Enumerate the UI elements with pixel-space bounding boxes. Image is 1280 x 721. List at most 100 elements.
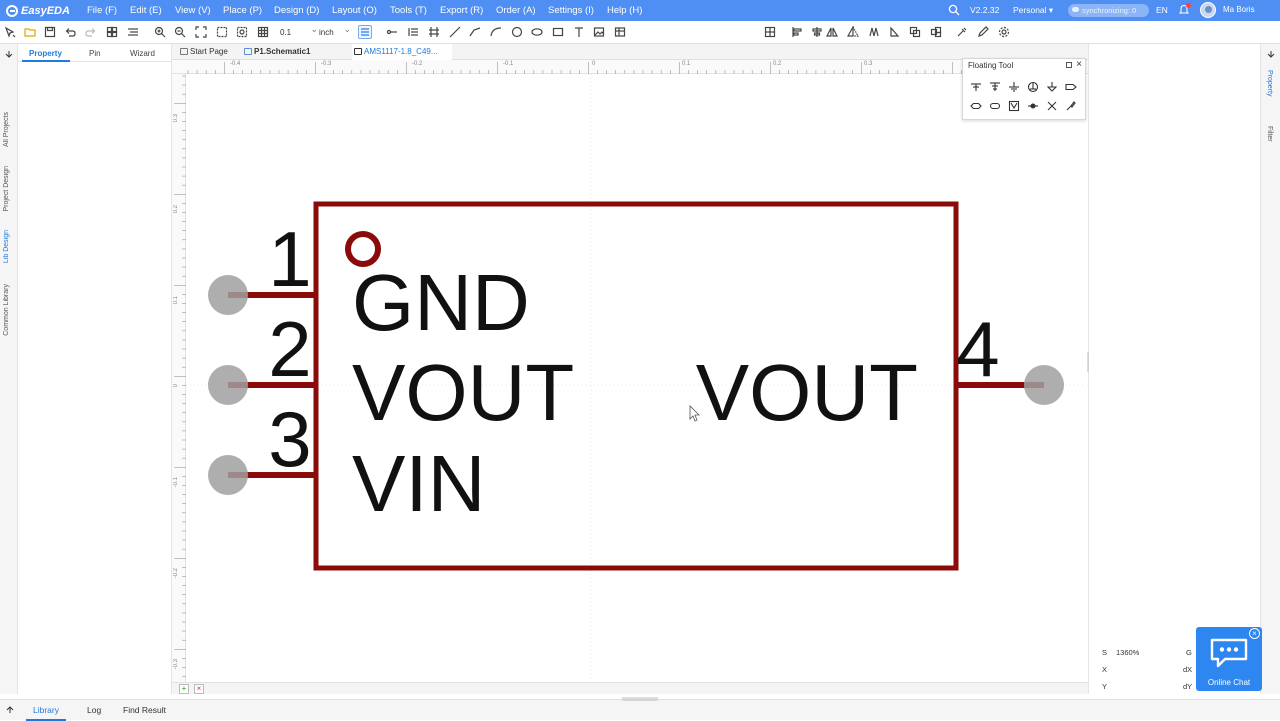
menu-file[interactable]: File (F) — [87, 5, 117, 16]
expand-up-icon[interactable] — [6, 706, 14, 714]
account-type-dropdown[interactable]: Personal ▾ — [1013, 5, 1053, 16]
delete-page-button[interactable]: × — [194, 684, 204, 694]
tab-property[interactable]: Property — [29, 49, 62, 58]
fit-icon[interactable] — [194, 25, 208, 39]
menu-help[interactable]: Help (H) — [607, 5, 642, 16]
rotate-icon[interactable] — [887, 25, 901, 39]
attribute-icon[interactable] — [763, 25, 777, 39]
zoom-selection-icon[interactable] — [235, 25, 249, 39]
language-switch[interactable]: EN — [1156, 5, 1168, 15]
notification-bell-icon[interactable] — [1178, 3, 1191, 15]
zoom-in-icon[interactable] — [153, 25, 167, 39]
text-icon[interactable] — [572, 25, 586, 39]
grid-size-select[interactable]: 0.1 — [280, 22, 318, 40]
table-icon[interactable] — [613, 25, 627, 39]
resize-grip-icon[interactable] — [622, 697, 658, 701]
doc-tab-start-page[interactable]: Start Page — [178, 44, 228, 60]
vtab-property[interactable]: Property — [1266, 70, 1273, 96]
settings-icon[interactable] — [997, 25, 1011, 39]
tab-log[interactable]: Log — [87, 705, 101, 715]
floating-tool-panel[interactable]: Floating Tool × — [962, 58, 1086, 120]
doc-tab-schematic[interactable]: P1.Schematic1 — [242, 44, 310, 60]
menu-tools[interactable]: Tools (T) — [390, 5, 427, 16]
menu-view[interactable]: View (V) — [175, 5, 211, 16]
output-port-icon[interactable] — [970, 100, 982, 112]
ground-icon[interactable] — [1008, 81, 1020, 93]
layers-icon[interactable] — [929, 25, 943, 39]
group-icon[interactable] — [105, 25, 119, 39]
add-page-button[interactable]: + — [179, 684, 189, 694]
menu-export[interactable]: Export (R) — [440, 5, 483, 16]
net-port-icon[interactable] — [970, 81, 982, 93]
bidirectional-port-icon[interactable] — [989, 100, 1001, 112]
symbol-drawing[interactable]: 1 2 3 4 GND VOUT VIN VOUT — [186, 74, 1084, 682]
no-connect-icon[interactable] — [1008, 100, 1020, 112]
zoom-out-icon[interactable] — [173, 25, 187, 39]
align-left-icon[interactable] — [790, 25, 804, 39]
probe-icon[interactable] — [1065, 100, 1077, 112]
pin-array-icon[interactable] — [427, 25, 441, 39]
easyeda-logo[interactable]: EasyEDA — [6, 3, 70, 18]
zoom-area-icon[interactable] — [215, 25, 229, 39]
junction-icon[interactable] — [1027, 100, 1039, 112]
copy-icon[interactable] — [908, 25, 922, 39]
search-icon[interactable] — [948, 4, 960, 16]
doc-tab-symbol[interactable]: AMS1117-1.8_C49... — [352, 44, 452, 60]
gnd-arrow-icon[interactable] — [1046, 81, 1058, 93]
undo-icon[interactable] — [63, 25, 77, 39]
pin-icon[interactable] — [385, 25, 399, 39]
vtab-filter[interactable]: Filter — [1266, 126, 1273, 142]
input-port-icon[interactable] — [1065, 81, 1077, 93]
collapse-left-icon[interactable] — [4, 50, 14, 58]
folder-icon[interactable] — [23, 25, 37, 39]
tab-pin[interactable]: Pin — [89, 49, 101, 58]
menu-place[interactable]: Place (P) — [223, 5, 262, 16]
vtab-common-library[interactable]: Common Library — [3, 284, 15, 336]
grid-icon[interactable] — [256, 25, 270, 39]
menu-order[interactable]: Order (A) — [496, 5, 536, 16]
image-icon[interactable] — [592, 25, 606, 39]
bus-icon[interactable] — [406, 25, 420, 39]
net-flag-icon[interactable] — [989, 81, 1001, 93]
menu-layout[interactable]: Layout (O) — [332, 5, 377, 16]
cross-icon[interactable] — [1046, 100, 1058, 112]
circle-icon[interactable] — [510, 25, 524, 39]
tab-library[interactable]: Library — [33, 705, 59, 715]
ellipse-icon[interactable] — [530, 25, 544, 39]
vtab-all-projects[interactable]: All Projects — [3, 112, 15, 147]
vtab-lib-design[interactable]: Lib Design — [3, 230, 15, 263]
collapse-right-icon[interactable] — [1266, 50, 1276, 58]
snap-icon[interactable] — [955, 25, 969, 39]
rectangle-icon[interactable] — [551, 25, 565, 39]
vtab-project-design[interactable]: Project Design — [3, 166, 15, 212]
sync-status-badge[interactable]: synchronizing: 0 — [1068, 4, 1149, 17]
minimize-icon[interactable] — [1066, 62, 1072, 68]
align-icon[interactable] — [126, 25, 140, 39]
schematic-canvas[interactable]: 1 2 3 4 GND VOUT VIN VOUT — [186, 74, 1084, 682]
distribute-icon[interactable] — [867, 25, 881, 39]
menu-design[interactable]: Design (D) — [274, 5, 319, 16]
menu-settings[interactable]: Settings (I) — [548, 5, 594, 16]
pen-icon[interactable] — [976, 25, 990, 39]
align-center-icon[interactable] — [810, 25, 824, 39]
arc-icon[interactable] — [489, 25, 503, 39]
chat-close-icon[interactable]: × — [1249, 628, 1260, 639]
save-icon[interactable] — [43, 25, 57, 39]
polyline-icon[interactable] — [468, 25, 482, 39]
menu-edit[interactable]: Edit (E) — [130, 5, 162, 16]
select-icon[interactable] — [3, 25, 17, 39]
close-icon[interactable]: × — [1076, 59, 1082, 70]
redo-icon[interactable] — [84, 25, 98, 39]
line-icon[interactable] — [448, 25, 462, 39]
user-avatar[interactable] — [1200, 2, 1216, 18]
snap-toggle-icon[interactable] — [358, 25, 372, 39]
power-icon[interactable] — [1027, 81, 1039, 93]
online-chat-button[interactable]: × Online Chat — [1196, 627, 1262, 691]
flip-icon[interactable] — [846, 25, 860, 39]
unit-select[interactable]: inch — [319, 22, 351, 40]
panel-resize-handle[interactable] — [1085, 352, 1091, 372]
tab-wizard[interactable]: Wizard — [130, 49, 155, 58]
tab-find-result[interactable]: Find Result — [123, 705, 166, 715]
mirror-icon[interactable] — [825, 25, 839, 39]
user-name[interactable]: Ma Boris — [1223, 5, 1255, 14]
